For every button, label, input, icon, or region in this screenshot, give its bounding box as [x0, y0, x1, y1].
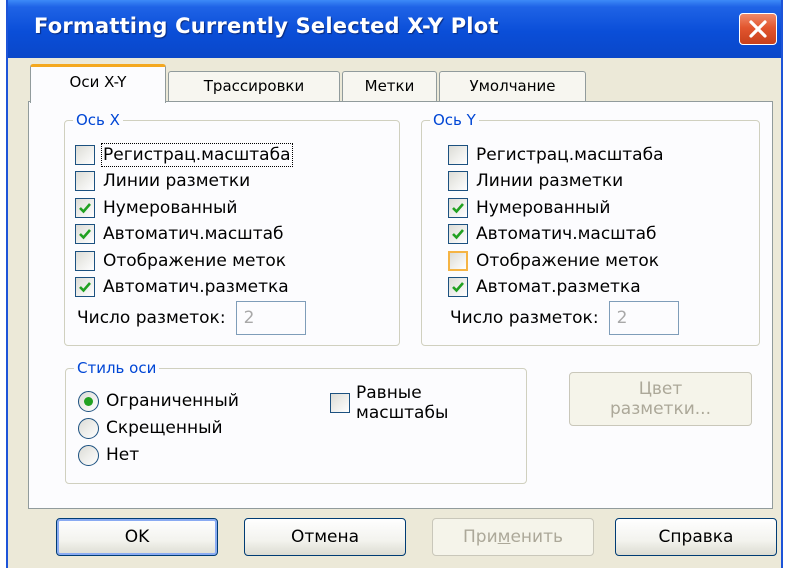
- close-button[interactable]: [739, 13, 777, 45]
- checkbox-label: Автомат.разметка: [476, 277, 641, 297]
- tab-labels[interactable]: Метки: [342, 71, 437, 101]
- axis-style-group: Стиль оси Ограниченный Скрещенный Нет Ра…: [65, 358, 527, 484]
- checkmark-icon: [452, 229, 464, 240]
- tab-defaults[interactable]: Умолчание: [439, 71, 586, 101]
- checkmark-icon: [452, 203, 464, 214]
- radio-circle[interactable]: [78, 390, 99, 412]
- radio-circle[interactable]: [78, 417, 99, 439]
- grid-color-button-line1: Цвет: [638, 379, 683, 399]
- equal-scales-checkbox[interactable]: Равные масштабы: [330, 383, 448, 423]
- grid-count-label: Число разметок:: [77, 308, 226, 328]
- checkmark-icon: [79, 282, 91, 293]
- dialog-window: Formatting Currently Selected X-Y Plot О…: [6, 0, 783, 568]
- checkmark-icon: [79, 203, 91, 214]
- axis-x-grid-lines-checkbox[interactable]: Линии разметки: [75, 169, 250, 193]
- radio-circle[interactable]: [78, 444, 99, 466]
- checkbox-box[interactable]: [448, 277, 468, 297]
- axis-y-group: Ось Y Регистрац.масштаба Линии разметки …: [421, 110, 760, 346]
- checkbox-box[interactable]: [448, 198, 468, 218]
- checkbox-label: Автоматич.масштаб: [103, 224, 284, 244]
- apply-label-suffix: енить: [510, 527, 563, 547]
- checkbox-label: Отображение меток: [476, 251, 660, 271]
- grid-count-label: Число разметок:: [450, 308, 599, 328]
- checkbox-label: Нумерованный: [103, 198, 238, 218]
- axis-y-auto-grid-checkbox[interactable]: Автомат.разметка: [448, 275, 641, 299]
- radio-label: Нет: [106, 445, 140, 465]
- checkbox-box[interactable]: [75, 251, 95, 271]
- axis-y-show-markers-checkbox[interactable]: Отображение меток: [448, 249, 659, 273]
- axis-x-group: Ось X Регистрац.масштаба Линии разметки …: [64, 110, 400, 346]
- axis-y-grid-lines-checkbox[interactable]: Линии разметки: [448, 169, 623, 193]
- close-icon: [749, 20, 767, 38]
- axis-style-none-radio[interactable]: Нет: [78, 443, 139, 467]
- checkbox-box[interactable]: [448, 145, 468, 165]
- axis-x-group-title: Ось X: [73, 110, 123, 130]
- checkbox-label: Автоматич.разметка: [103, 277, 289, 297]
- axis-x-show-markers-checkbox[interactable]: Отображение меток: [75, 249, 286, 273]
- equal-scales-label-line1: Равные: [356, 383, 422, 403]
- checkbox-label: Линии разметки: [103, 171, 251, 191]
- equal-scales-label: Равные масштабы: [356, 383, 448, 423]
- grid-color-button[interactable]: Цвет разметки...: [569, 372, 752, 426]
- checkbox-label: Автоматич.масштаб: [476, 224, 657, 244]
- checkmark-icon: [79, 229, 91, 240]
- window-title: Formatting Currently Selected X-Y Plot: [34, 14, 499, 38]
- checkbox-box[interactable]: [75, 277, 95, 297]
- help-button[interactable]: Справка: [615, 518, 777, 556]
- axis-style-group-title: Стиль оси: [74, 358, 160, 378]
- axis-x-autoscale-checkbox[interactable]: Автоматич.масштаб: [75, 222, 284, 246]
- checkbox-box[interactable]: [330, 393, 350, 413]
- axis-y-group-title: Ось Y: [430, 110, 479, 130]
- tab-traces[interactable]: Трассировки: [168, 71, 340, 101]
- grid-color-button-line2: разметки...: [610, 399, 711, 419]
- tab-panel-axes: Ось X Регистрац.масштаба Линии разметки …: [28, 101, 773, 509]
- axis-style-boxed-radio[interactable]: Ограниченный: [78, 389, 239, 413]
- checkmark-icon: [452, 282, 464, 293]
- axis-x-auto-grid-checkbox[interactable]: Автоматич.разметка: [75, 275, 289, 299]
- axis-y-log-scale-checkbox[interactable]: Регистрац.масштаба: [448, 143, 664, 167]
- checkbox-label: Линии разметки: [476, 171, 624, 191]
- ok-button[interactable]: OK: [56, 518, 218, 556]
- axis-x-log-scale-checkbox[interactable]: Регистрац.масштаба: [75, 143, 293, 167]
- axis-y-autoscale-checkbox[interactable]: Автоматич.масштаб: [448, 222, 657, 246]
- axis-y-numbered-checkbox[interactable]: Нумерованный: [448, 196, 610, 220]
- checkbox-label: Регистрац.масштаба: [101, 143, 293, 167]
- axis-style-crossed-radio[interactable]: Скрещенный: [78, 416, 223, 440]
- axis-x-grid-count-input[interactable]: [235, 301, 306, 335]
- radio-label: Ограниченный: [106, 391, 239, 411]
- checkbox-box[interactable]: [448, 171, 468, 191]
- apply-button[interactable]: При м енить: [432, 518, 594, 556]
- axis-x-numbered-checkbox[interactable]: Нумерованный: [75, 196, 237, 220]
- radio-label: Скрещенный: [106, 418, 223, 438]
- checkbox-label: Отображение меток: [103, 251, 287, 271]
- checkbox-box[interactable]: [75, 145, 95, 165]
- checkbox-label: Нумерованный: [476, 198, 611, 218]
- apply-label-prefix: При: [463, 527, 498, 547]
- checkbox-box[interactable]: [448, 251, 468, 271]
- checkbox-box[interactable]: [75, 224, 95, 244]
- checkbox-label: Регистрац.масштаба: [476, 145, 664, 165]
- axis-x-grid-count: Число разметок:: [77, 301, 306, 335]
- axis-y-grid-count-input[interactable]: [608, 301, 679, 335]
- apply-label-mnemonic: м: [497, 527, 511, 547]
- radio-dot: [84, 396, 93, 406]
- checkbox-box[interactable]: [75, 198, 95, 218]
- cancel-button[interactable]: Отмена: [244, 518, 406, 556]
- checkbox-box[interactable]: [448, 224, 468, 244]
- title-bar[interactable]: Formatting Currently Selected X-Y Plot: [8, 0, 781, 58]
- checkbox-box[interactable]: [75, 171, 95, 191]
- axis-y-grid-count: Число разметок:: [450, 301, 679, 335]
- tab-axes-xy[interactable]: Оси X-Y: [30, 64, 166, 103]
- equal-scales-label-line2: масштабы: [356, 403, 449, 423]
